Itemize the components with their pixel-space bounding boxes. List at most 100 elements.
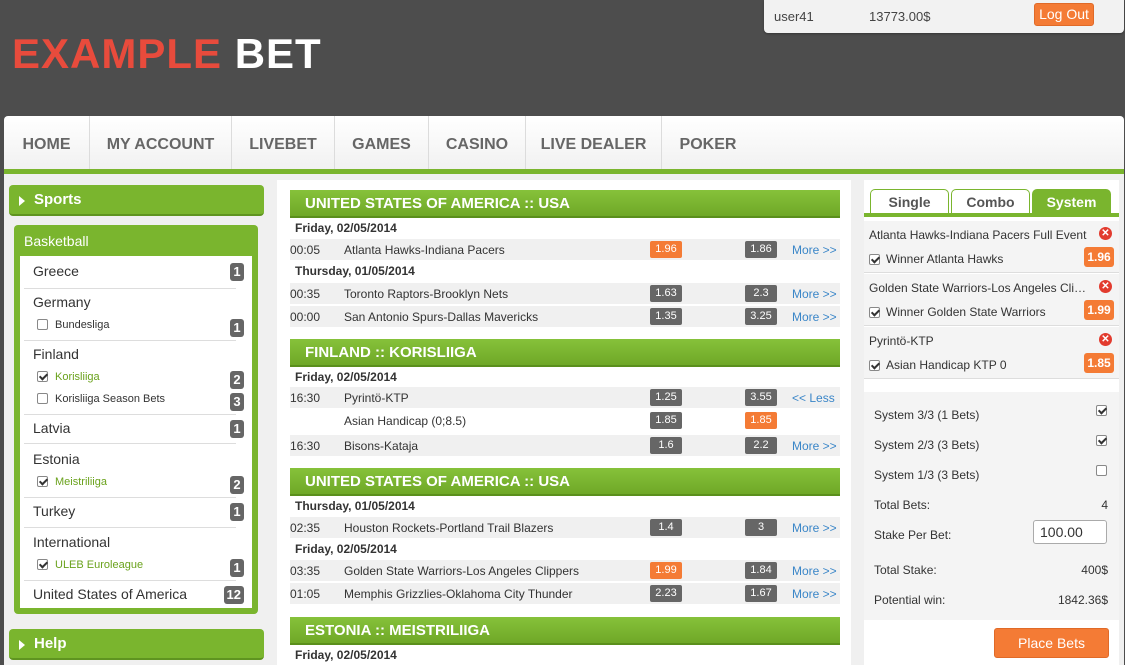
league-checkbox[interactable] <box>37 393 48 404</box>
date-row: Thursday, 01/05/2014 <box>290 496 840 517</box>
date-row: Thursday, 01/05/2014 <box>290 261 840 282</box>
divider <box>24 443 236 444</box>
match-name: Bisons-Kataja <box>344 439 419 453</box>
potential-win-label: Potential win: <box>874 593 946 607</box>
remove-icon[interactable]: ✕ <box>1099 227 1112 240</box>
selection-checkbox[interactable] <box>869 307 880 318</box>
count-badge: 1 <box>230 319 244 337</box>
more-link[interactable]: More >> <box>792 564 837 578</box>
triangle-right-icon <box>19 196 25 206</box>
section-header[interactable]: UNITED STATES OF AMERICA :: USA <box>290 190 840 218</box>
nav-games[interactable]: GAMES <box>335 116 429 169</box>
section-header[interactable]: UNITED STATES OF AMERICA :: USA <box>290 468 840 496</box>
match-row: 00:00 San Antonio Spurs-Dallas Mavericks 1… <box>290 306 840 328</box>
selection-pick: Asian Handicap KTP 0 <box>886 358 1007 372</box>
system-3-3-label: System 3/3 (1 Bets) <box>874 408 980 422</box>
remove-icon[interactable]: ✕ <box>1099 333 1112 346</box>
league-label: Korisliiga <box>55 371 100 383</box>
odd-away[interactable]: 3.55 <box>745 389 777 406</box>
league-label: Bundesliga <box>55 319 110 331</box>
selection-event: Golden State Warriors-Los Angeles Clippe… <box>869 281 1091 295</box>
nav-my-account[interactable]: MY ACCOUNT <box>90 116 232 169</box>
system-1-3-label: System 1/3 (3 Bets) <box>874 468 980 482</box>
total-bets-label: Total Bets: <box>874 498 931 512</box>
odd-home[interactable]: 1.63 <box>650 285 682 302</box>
more-link[interactable]: << Less <box>792 391 835 405</box>
odd-away[interactable]: 2.2 <box>745 437 777 454</box>
sports-header[interactable]: Sports <box>9 185 264 216</box>
more-link[interactable]: More >> <box>792 439 837 453</box>
more-link[interactable]: More >> <box>792 243 837 257</box>
potential-win-value: 1842.36$ <box>1057 593 1108 607</box>
league-checkbox[interactable] <box>37 371 48 382</box>
match-time: 03:35 <box>290 564 321 578</box>
odd-away[interactable]: 1.84 <box>745 562 777 579</box>
divider <box>24 288 236 289</box>
more-link[interactable]: More >> <box>792 287 837 301</box>
place-bets-button[interactable]: Place Bets <box>994 628 1109 658</box>
more-link[interactable]: More >> <box>792 521 837 535</box>
more-link[interactable]: More >> <box>792 310 837 324</box>
selection-3: Pyrintö-KTP ✕ Asian Handicap KTP 0 1.85 <box>864 327 1119 379</box>
match-name: Golden State Warriors-Los Angeles Clippe… <box>344 564 579 578</box>
divider <box>24 497 236 498</box>
logout-button[interactable]: Log Out <box>1034 3 1094 26</box>
date-row: Friday, 02/05/2014 <box>290 645 840 665</box>
country-label: Germany <box>33 294 91 310</box>
odd-away[interactable]: 1.67 <box>745 585 777 602</box>
system-1-3-checkbox[interactable] <box>1096 465 1107 476</box>
site-logo[interactable]: EXAMPLE BET <box>12 30 322 78</box>
remove-icon[interactable]: ✕ <box>1099 280 1112 293</box>
divider <box>24 580 236 581</box>
odd-home[interactable]: 1.99 <box>650 562 682 579</box>
odd-away[interactable]: 1.85 <box>745 412 777 429</box>
league-checkbox[interactable] <box>37 559 48 570</box>
odd-away[interactable]: 2.3 <box>745 285 777 302</box>
league-label: Korisliiga Season Bets <box>55 393 166 405</box>
stake-label: Stake Per Bet: <box>874 528 952 542</box>
username: user41 <box>774 9 814 24</box>
odd-away[interactable]: 1.86 <box>745 241 777 258</box>
odd-home[interactable]: 1.85 <box>650 412 682 429</box>
league-checkbox[interactable] <box>37 476 48 487</box>
count-badge: 2 <box>230 371 244 389</box>
odd-home[interactable]: 1.4 <box>650 519 682 536</box>
count-badge: 12 <box>223 586 244 604</box>
date-row: Friday, 02/05/2014 <box>290 539 840 560</box>
selection-checkbox[interactable] <box>869 360 880 371</box>
odd-home[interactable]: 1.6 <box>650 437 682 454</box>
help-header[interactable]: Help <box>9 629 264 660</box>
more-link[interactable]: More >> <box>792 587 837 601</box>
system-2-3-checkbox[interactable] <box>1096 435 1107 446</box>
odd-home[interactable]: 1.35 <box>650 308 682 325</box>
count-badge: 1 <box>230 420 244 438</box>
selection-checkbox[interactable] <box>869 254 880 265</box>
odd-home[interactable]: 1.25 <box>650 389 682 406</box>
section-header[interactable]: ESTONIA :: MEISTRILIIGA <box>290 617 840 645</box>
odd-away[interactable]: 3.25 <box>745 308 777 325</box>
odd-home[interactable]: 2.23 <box>650 585 682 602</box>
league-checkbox[interactable] <box>37 319 48 330</box>
tab-single[interactable]: Single <box>870 189 949 213</box>
help-title: Help <box>34 635 67 652</box>
match-row: 03:35 Golden State Warriors-Los Angeles C… <box>290 560 840 582</box>
selection-odd: 1.99 <box>1084 300 1114 320</box>
selection-pick: Winner Golden State Warriors <box>886 305 1046 319</box>
league-label: Meistriliiga <box>55 476 107 488</box>
nav-casino[interactable]: CASINO <box>429 116 526 169</box>
nav-live-dealer[interactable]: LIVE DEALER <box>526 116 662 169</box>
odd-away[interactable]: 3 <box>745 519 777 536</box>
match-name: Houston Rockets-Portland Trail Blazers <box>344 521 554 535</box>
tab-combo[interactable]: Combo <box>951 189 1030 213</box>
logo-part2: BET <box>234 30 322 77</box>
odd-home[interactable]: 1.96 <box>650 241 682 258</box>
nav-poker[interactable]: POKER <box>662 116 754 169</box>
tab-system[interactable]: System <box>1032 189 1111 213</box>
system-3-3-checkbox[interactable] <box>1096 405 1107 416</box>
match-time: 00:35 <box>290 287 321 301</box>
section-header[interactable]: FINLAND :: KORISLIIGA <box>290 339 840 367</box>
nav-livebet[interactable]: LIVEBET <box>232 116 335 169</box>
match-row: 00:35 Toronto Raptors-Brooklyn Nets 1.63 2.… <box>290 283 840 305</box>
stake-input[interactable] <box>1033 520 1107 544</box>
nav-home[interactable]: HOME <box>4 116 90 169</box>
